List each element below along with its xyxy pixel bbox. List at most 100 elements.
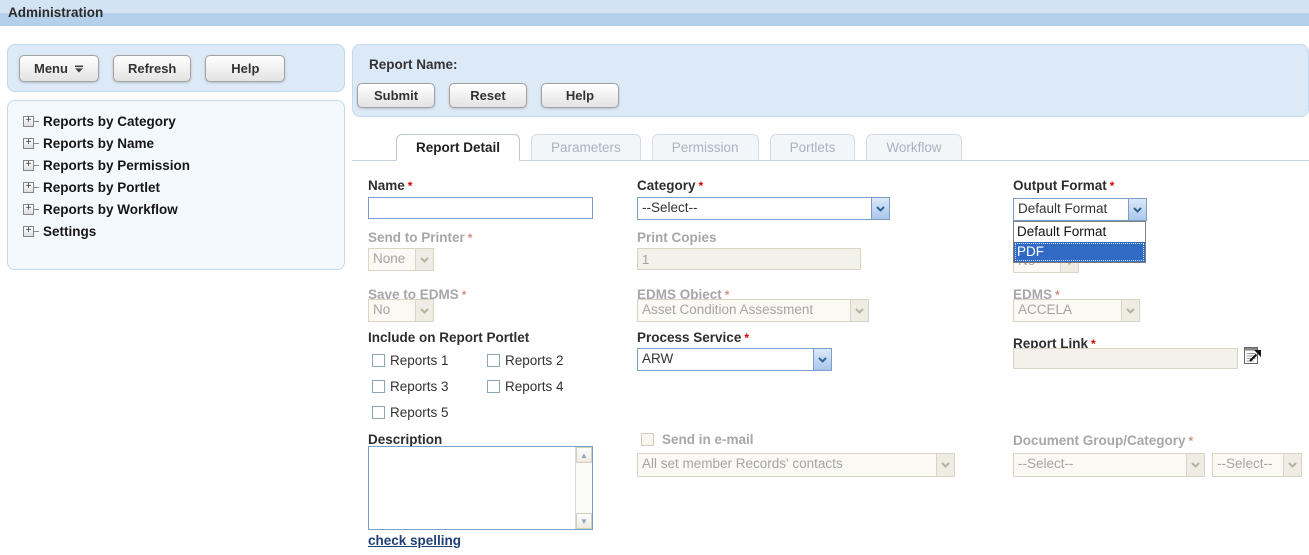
menu-button[interactable]: Menu (19, 55, 99, 82)
description-textarea[interactable] (369, 447, 575, 529)
required-asterisk: * (408, 179, 413, 193)
process-service-select[interactable]: ARW (637, 348, 832, 371)
category-select[interactable]: --Select-- (637, 197, 890, 220)
process-service-label: Process Service* (637, 330, 749, 345)
tree-item-label: Reports by Permission (43, 158, 190, 173)
checkbox-reports-1[interactable]: Reports 1 (372, 353, 487, 368)
menu-dropdown-icon (74, 61, 84, 76)
document-group-select: --Select-- (1013, 453, 1205, 477)
tab-report-detail[interactable]: Report Detail (396, 134, 520, 161)
checkbox-reports-5[interactable]: Reports 5 (372, 405, 487, 420)
report-portlet-checkbox-group: Reports 1 Reports 2 Reports 3 Reports 4 … (372, 353, 564, 420)
tab-strip: Report Detail Parameters Permission Port… (352, 133, 1309, 161)
submit-button[interactable]: Submit (357, 83, 435, 108)
chevron-down-icon (936, 454, 954, 476)
send-to-printer-label: Send to Printer* (368, 230, 472, 245)
chevron-down-icon (1121, 300, 1139, 321)
tree-item-reports-by-permission[interactable]: + Reports by Permission (23, 158, 344, 173)
main-header-panel: Report Name: Submit Reset Help (352, 44, 1309, 117)
chevron-down-icon (1283, 454, 1301, 476)
print-copies-input (637, 248, 861, 270)
required-asterisk: * (468, 231, 473, 245)
refresh-button[interactable]: Refresh (113, 55, 191, 82)
chevron-down-icon[interactable] (813, 349, 831, 370)
checkbox-box[interactable] (372, 406, 385, 419)
checkbox-box[interactable] (487, 380, 500, 393)
tree-item-reports-by-name[interactable]: + Reports by Name (23, 136, 344, 151)
report-picker-icon[interactable] (1243, 344, 1263, 366)
main-help-button[interactable]: Help (541, 83, 619, 108)
tree-item-reports-by-portlet[interactable]: + Reports by Portlet (23, 180, 344, 195)
report-name-label: Report Name: (369, 57, 458, 72)
email-recipients-select: All set member Records' contacts (637, 453, 955, 477)
page-title: Administration (8, 5, 103, 20)
required-asterisk: * (462, 288, 467, 302)
tree-dash (34, 143, 39, 144)
scroll-down-icon[interactable]: ▼ (576, 513, 592, 529)
tree-item-label: Reports by Category (43, 114, 176, 129)
chevron-down-icon[interactable] (871, 198, 889, 219)
send-in-email-row: Send in e-mail (641, 432, 754, 447)
chevron-down-icon (415, 249, 433, 270)
checkbox-reports-2[interactable]: Reports 2 (487, 353, 564, 368)
output-format-label: Output Format* (1013, 178, 1114, 193)
app-header-bar: Administration (0, 0, 1309, 26)
left-toolbar-panel: Menu Refresh Help (7, 44, 345, 92)
tree-dash (34, 231, 39, 232)
tree-item-reports-by-workflow[interactable]: + Reports by Workflow (23, 202, 344, 217)
required-asterisk: * (744, 331, 749, 345)
document-category-select: --Select-- (1212, 453, 1302, 477)
expand-plus-icon[interactable]: + (23, 226, 34, 237)
tab-parameters: Parameters (531, 134, 641, 161)
menu-button-label: Menu (34, 61, 68, 76)
tree-dash (34, 165, 39, 166)
tree-item-label: Reports by Workflow (43, 202, 178, 217)
expand-plus-icon[interactable]: + (23, 204, 34, 215)
send-to-printer-select: None (368, 248, 434, 271)
required-asterisk: * (699, 179, 704, 193)
output-format-dropdown-list: Default Format PDF (1013, 221, 1146, 263)
textarea-scrollbar[interactable]: ▲ ▼ (575, 447, 592, 529)
chevron-down-icon (850, 300, 868, 321)
reports-tree-panel: + Reports by Category + Reports by Name … (7, 100, 345, 270)
document-group-category-label: Document Group/Category* (1013, 433, 1193, 448)
check-spelling-link[interactable]: check spelling (368, 533, 461, 548)
chevron-down-icon[interactable] (1128, 199, 1146, 220)
administration-page: Administration Menu Refresh Help + Repor… (0, 0, 1309, 555)
name-label: Name* (368, 178, 412, 193)
tree-item-reports-by-category[interactable]: + Reports by Category (23, 114, 344, 129)
send-in-email-label: Send in e-mail (662, 432, 754, 447)
tab-permission: Permission (652, 134, 759, 161)
send-in-email-checkbox (641, 433, 654, 446)
expand-plus-icon[interactable]: + (23, 160, 34, 171)
reset-button[interactable]: Reset (449, 83, 527, 108)
expand-plus-icon[interactable]: + (23, 182, 34, 193)
required-asterisk: * (1189, 434, 1194, 448)
report-link-input (1013, 348, 1238, 369)
description-label: Description (368, 432, 442, 447)
include-on-report-portlet-label: Include on Report Portlet (368, 330, 529, 345)
output-format-select[interactable]: Default Format (1013, 198, 1147, 221)
tree-item-label: Reports by Portlet (43, 180, 160, 195)
print-copies-label: Print Copies (637, 230, 717, 245)
tab-portlets: Portlets (770, 134, 856, 161)
name-input[interactable] (368, 197, 593, 219)
required-asterisk: * (1110, 179, 1115, 193)
left-help-button[interactable]: Help (205, 55, 285, 82)
checkbox-box[interactable] (487, 354, 500, 367)
dropdown-option-default-format[interactable]: Default Format (1014, 222, 1145, 242)
checkbox-box[interactable] (372, 380, 385, 393)
dropdown-option-pdf[interactable]: PDF (1014, 242, 1145, 262)
chevron-down-icon (415, 300, 433, 321)
checkbox-reports-4[interactable]: Reports 4 (487, 379, 564, 394)
save-to-edms-select: No (368, 299, 434, 322)
category-label: Category* (637, 178, 703, 193)
checkbox-reports-3[interactable]: Reports 3 (372, 379, 487, 394)
checkbox-box[interactable] (372, 354, 385, 367)
tree-dash (34, 121, 39, 122)
expand-plus-icon[interactable]: + (23, 116, 34, 127)
scroll-up-icon[interactable]: ▲ (576, 447, 592, 463)
tree-item-settings[interactable]: + Settings (23, 224, 344, 239)
chevron-down-icon (1186, 454, 1204, 476)
expand-plus-icon[interactable]: + (23, 138, 34, 149)
